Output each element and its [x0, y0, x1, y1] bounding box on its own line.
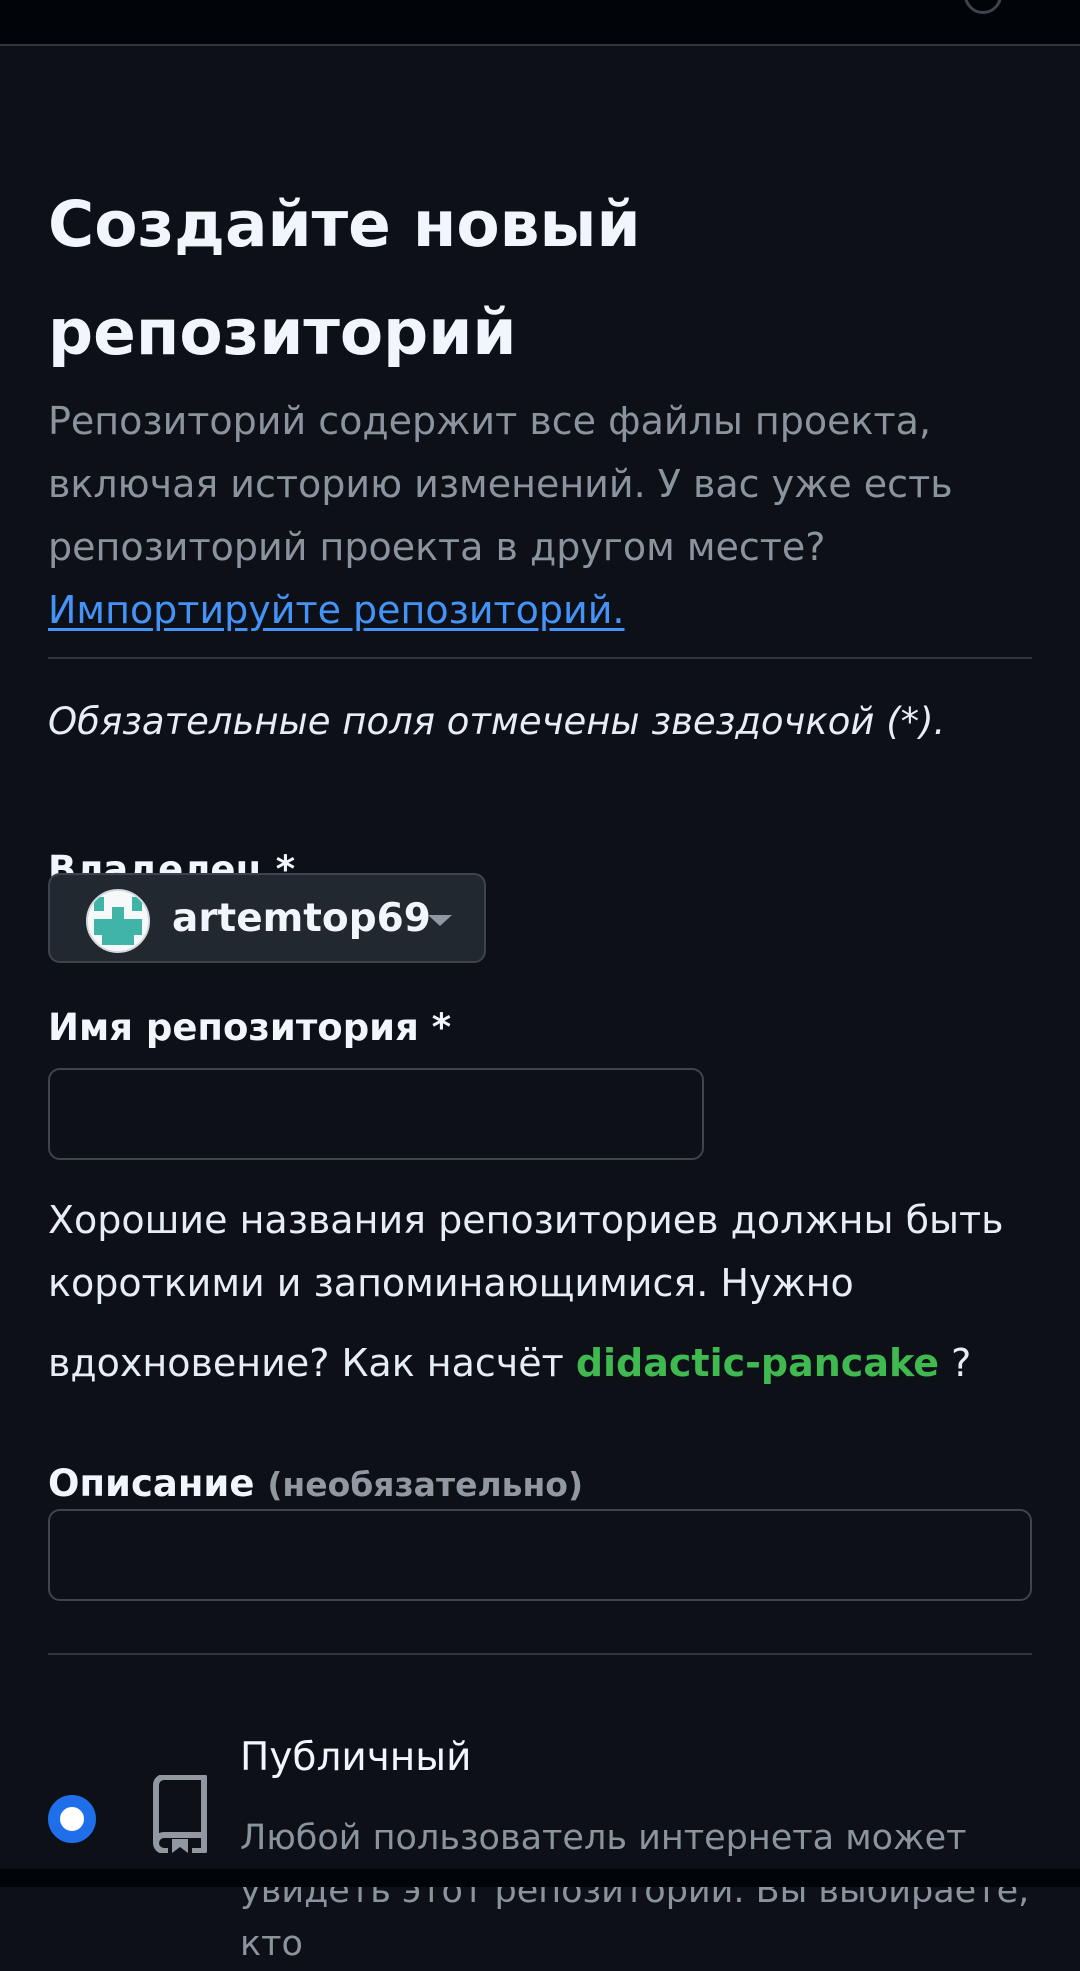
repo-book-icon — [153, 1775, 207, 1853]
repo-name-label: Имя репозитория * — [48, 1006, 452, 1049]
repo-name-hint: Хорошие названия репозиториев должны быт… — [48, 1189, 1032, 1395]
repo-name-input[interactable] — [48, 1068, 704, 1160]
avatar — [86, 889, 150, 953]
page-title: Создайте новый репозиторий — [48, 188, 641, 369]
description-label-text: Описание — [48, 1462, 255, 1505]
hint-question: вдохновение? Как насчёт — [48, 1341, 576, 1385]
public-option-description: Любой пользователь интернета может увиде… — [240, 1818, 1030, 1964]
section-divider — [48, 657, 1032, 659]
intro-text: Репозиторий содержит все файлы проекта, … — [48, 399, 953, 569]
chevron-down-icon — [428, 915, 452, 926]
optional-hint: (необязательно) — [267, 1465, 584, 1504]
top-header-bar — [0, 0, 1080, 46]
description-label: Описание (необязательно) — [48, 1456, 583, 1513]
bottom-bar — [0, 1869, 1080, 1887]
hint-text: Хорошие названия репозиториев должны быт… — [48, 1198, 1004, 1305]
import-repository-link[interactable]: Импортируйте репозиторий. — [48, 588, 625, 632]
hint-suffix: ? — [938, 1341, 972, 1385]
identicon-icon — [88, 891, 148, 951]
required-fields-note: Обязательные поля отмечены звездочкой (*… — [48, 700, 946, 743]
visibility-divider — [48, 1653, 1032, 1655]
public-radio[interactable] — [48, 1795, 96, 1843]
hint-line: вдохновение? Как насчёт didactic-pancake… — [48, 1332, 1032, 1395]
public-option-title: Публичный — [240, 1735, 472, 1780]
owner-name: artemtop69 — [172, 896, 431, 941]
page-intro: Репозиторий содержит все файлы проекта, … — [48, 390, 1032, 642]
profile-icon[interactable] — [964, 0, 1002, 14]
owner-dropdown[interactable]: artemtop69 — [48, 873, 486, 963]
name-suggestion[interactable]: didactic-pancake — [576, 1341, 939, 1385]
description-input[interactable] — [48, 1509, 1032, 1601]
